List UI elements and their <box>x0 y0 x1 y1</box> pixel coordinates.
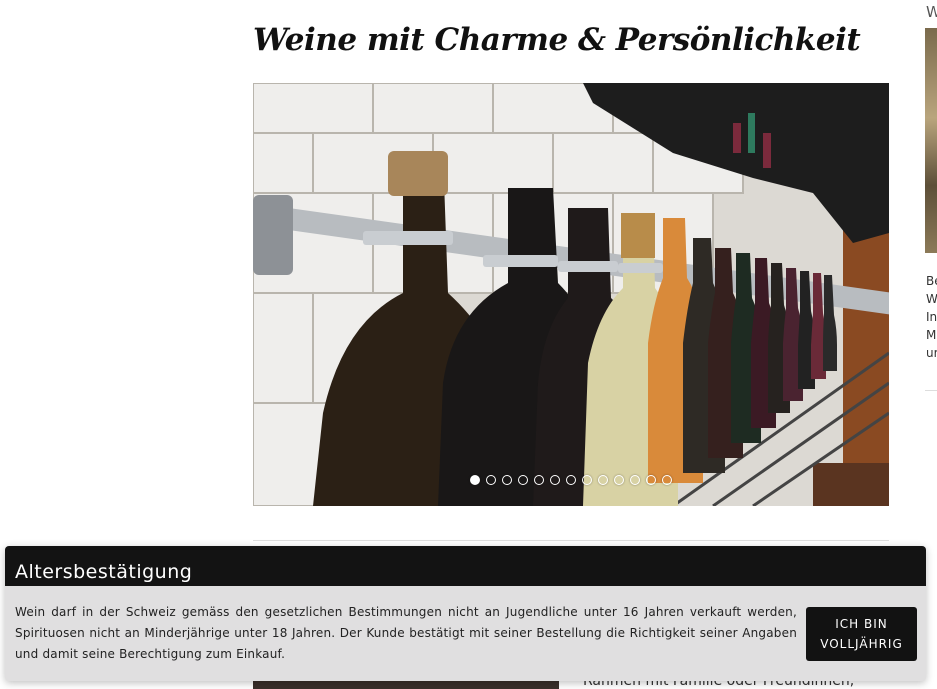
sidebar-text-line: W <box>926 292 937 306</box>
slider-dot[interactable] <box>566 475 576 485</box>
sidebar-text-line: M <box>926 328 937 342</box>
sidebar-heading: W <box>926 3 937 21</box>
age-verification-title: Altersbestätigung <box>15 561 193 583</box>
sidebar-text: Be W In M ur <box>926 272 937 362</box>
slider-dot[interactable] <box>502 475 512 485</box>
content-image <box>253 680 559 689</box>
slider-dot[interactable] <box>598 475 608 485</box>
sidebar-text-line: Be <box>926 274 937 288</box>
confirm-age-button-line1: ICH BIN <box>835 617 888 631</box>
age-verification-message: Wein darf in der Schweiz gemäss den gese… <box>15 605 797 661</box>
confirm-age-button-line2: VOLLJÄHRIG <box>820 637 903 651</box>
slider-dot[interactable] <box>550 475 560 485</box>
slider-dot[interactable] <box>630 475 640 485</box>
slider-dot[interactable] <box>470 475 480 485</box>
hero-slider[interactable] <box>253 83 889 506</box>
slider-dot[interactable] <box>534 475 544 485</box>
age-verification-banner: Altersbestätigung Wein darf in der Schwe… <box>5 546 926 681</box>
sidebar-text-line: In <box>926 310 937 324</box>
content-divider <box>253 540 889 541</box>
slider-dot[interactable] <box>582 475 592 485</box>
page-title: Weine mit Charme & Persönlichkeit <box>253 22 861 58</box>
sidebar-text-line: ur <box>926 346 937 360</box>
wine-bottles-image <box>253 83 889 506</box>
slider-dot[interactable] <box>646 475 656 485</box>
sidebar-divider <box>925 390 937 391</box>
slider-dot[interactable] <box>518 475 528 485</box>
slider-dot[interactable] <box>614 475 624 485</box>
slider-dot[interactable] <box>486 475 496 485</box>
age-verification-header: Altersbestätigung <box>5 546 926 586</box>
sidebar-image[interactable] <box>925 28 937 253</box>
slider-dot[interactable] <box>662 475 672 485</box>
confirm-age-button[interactable]: ICH BIN VOLLJÄHRIG <box>806 607 917 661</box>
slider-dots <box>253 475 889 491</box>
